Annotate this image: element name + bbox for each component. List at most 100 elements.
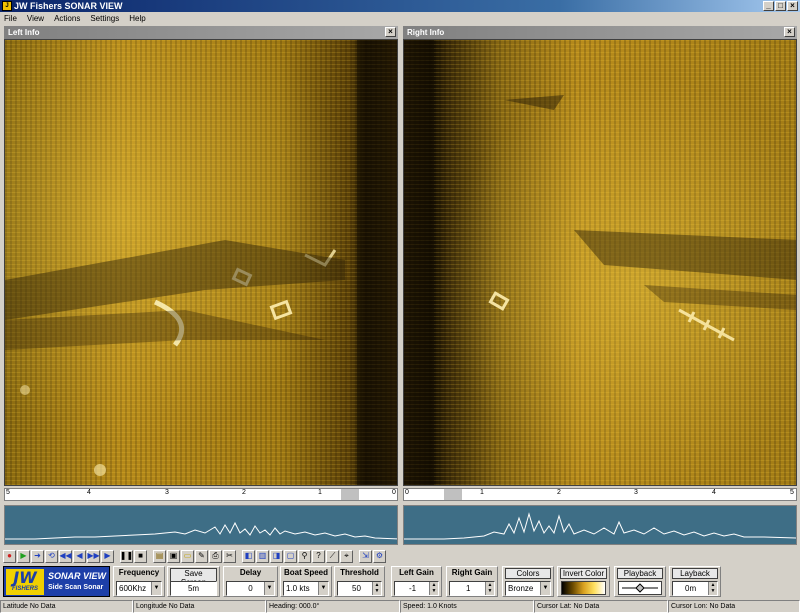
marker-icon[interactable]: ⌖ — [340, 549, 353, 563]
layback-control: Layback 0m ▲ ▼ — [669, 566, 721, 597]
delay-value: 0 — [248, 584, 253, 593]
measure-icon[interactable]: ⟋ — [326, 549, 339, 563]
play-icon[interactable]: ▶ — [17, 549, 30, 563]
maximize-button[interactable]: □ — [775, 1, 786, 11]
left-channel-icon[interactable]: ◧ — [242, 549, 255, 563]
app-icon: J — [2, 1, 12, 11]
jw-fishers-logo: JW FISHERS SONAR VIEW Side Scan Sonar — [3, 566, 110, 597]
status-cursor-lat: Cursor Lat: No Data — [534, 600, 668, 613]
ruler-tick: 4 — [712, 489, 716, 496]
ruler-tick: 0 — [392, 489, 396, 496]
menu-actions[interactable]: Actions — [54, 12, 80, 25]
playback-button[interactable]: Playback — [617, 568, 663, 579]
delay-select[interactable]: 0 ▼ — [226, 581, 275, 596]
ruler-tick: 5 — [790, 489, 794, 496]
slider-thumb-icon[interactable] — [635, 583, 645, 593]
left-gain-label: Left Gain — [399, 568, 434, 577]
open-file-icon[interactable]: ▤ — [153, 549, 166, 563]
ruler-tick: 2 — [557, 489, 561, 496]
layback-spinner[interactable]: 0m ▲ ▼ — [672, 581, 718, 596]
export-icon[interactable]: ⇲ — [359, 549, 372, 563]
pause-icon[interactable]: ❚❚ — [120, 549, 133, 563]
threshold-spinner[interactable]: 50 ▲ ▼ — [337, 581, 382, 596]
frequency-value: 600Khz — [119, 584, 147, 593]
left-gain-spinner[interactable]: -1 ▲ ▼ — [394, 581, 439, 596]
split-view-icon[interactable]: ▥ — [256, 549, 269, 563]
spinner-arrows-icon[interactable]: ▲ ▼ — [708, 582, 717, 595]
folder-icon[interactable]: ▭ — [181, 549, 194, 563]
colors-select[interactable]: Bronze ▼ — [505, 581, 551, 596]
record-icon[interactable]: ● — [3, 549, 16, 563]
status-cursor-lon: Cursor Lon: No Data — [668, 600, 800, 613]
menu-help[interactable]: Help — [129, 12, 145, 25]
ruler-tick: 1 — [480, 489, 484, 496]
threshold-value: 50 — [352, 584, 361, 593]
minimize-button[interactable]: _ — [763, 1, 774, 11]
ruler-tick: 3 — [634, 489, 638, 496]
playback-slider-track — [622, 583, 658, 593]
full-view-icon[interactable]: ▢ — [284, 549, 297, 563]
left-signal-waveform — [4, 505, 398, 545]
close-button[interactable]: × — [787, 1, 798, 11]
stop-icon[interactable]: ■ — [134, 549, 147, 563]
logo-badge-sub: FISHERS — [11, 586, 38, 592]
print-icon[interactable]: ⎙ — [209, 549, 222, 563]
chevron-down-icon[interactable]: ▼ — [318, 582, 328, 595]
settings-icon[interactable]: ⚙ — [373, 549, 386, 563]
ruler-tick: 5 — [6, 489, 10, 496]
menu-settings[interactable]: Settings — [90, 12, 119, 25]
left-pane-close-button[interactable]: × — [385, 27, 396, 37]
chevron-down-icon[interactable]: ▼ — [264, 582, 274, 595]
status-bar: Latitude No Data Longitude No Data Headi… — [0, 600, 800, 613]
spinner-arrows-icon[interactable]: ▲ ▼ — [372, 582, 381, 595]
right-pane-header: Right Info × — [403, 26, 797, 39]
title-bar: J JW Fishers SONAR VIEW _ □ × — [0, 0, 800, 12]
boat-speed-control: Boat Speed 1.0 kts ▼ — [280, 566, 332, 597]
spinner-arrows-icon[interactable]: ▲ ▼ — [485, 582, 494, 595]
right-pane-close-button[interactable]: × — [784, 27, 795, 37]
save-screen-value: 5m — [170, 581, 217, 596]
frequency-control: Frequency 600Khz ▼ — [113, 566, 165, 597]
status-longitude: Longitude No Data — [133, 600, 266, 613]
delay-label: Delay — [239, 568, 262, 577]
right-gain-value: 1 — [466, 584, 471, 593]
left-range-ruler: 5 4 3 2 1 0 — [4, 488, 398, 501]
delay-control: Delay 0 ▼ — [223, 566, 278, 597]
zoom-icon[interactable]: ⚲ — [298, 549, 311, 563]
help-cursor-icon[interactable]: ? — [312, 549, 325, 563]
right-channel-icon[interactable]: ◨ — [270, 549, 283, 563]
step-forward-icon[interactable]: ▶ — [101, 549, 114, 563]
ruler-tick: 0 — [405, 489, 409, 496]
chevron-down-icon[interactable]: ▼ — [151, 582, 161, 595]
edit-icon[interactable]: ✎ — [195, 549, 208, 563]
loop-icon[interactable]: ⟲ — [45, 549, 58, 563]
step-back-icon[interactable]: ◀ — [73, 549, 86, 563]
left-pane-title: Left Info — [8, 28, 40, 37]
right-gain-spinner[interactable]: 1 ▲ ▼ — [449, 581, 495, 596]
frequency-select[interactable]: 600Khz ▼ — [116, 581, 162, 596]
boat-speed-value: 1.0 kts — [286, 584, 310, 593]
right-sonar-view[interactable] — [403, 39, 797, 486]
cut-icon[interactable]: ✂ — [223, 549, 236, 563]
save-icon[interactable]: ▣ — [167, 549, 180, 563]
fast-forward-icon[interactable]: ▶▶ — [87, 549, 100, 563]
status-latitude: Latitude No Data — [0, 600, 133, 613]
left-gain-value: -1 — [409, 584, 417, 593]
playback-slider[interactable] — [618, 581, 662, 595]
forward-icon[interactable]: ➜ — [31, 549, 44, 563]
menu-view[interactable]: View — [27, 12, 44, 25]
left-sonar-view[interactable] — [4, 39, 398, 486]
left-pane-header: Left Info × — [4, 26, 398, 39]
boat-speed-select[interactable]: 1.0 kts ▼ — [283, 581, 329, 596]
spinner-arrows-icon[interactable]: ▲ ▼ — [429, 582, 438, 595]
rewind-icon[interactable]: ◀◀ — [59, 549, 72, 563]
color-palette-bar — [561, 581, 606, 595]
toolbar: ● ▶ ➜ ⟲ ◀◀ ◀ ▶▶ ▶ ❚❚ ■ ▤ ▣ ▭ ✎ ⎙ ✂ ◧ ▥ ◨… — [0, 548, 800, 564]
right-pane-title: Right Info — [407, 28, 445, 37]
frequency-label: Frequency — [118, 568, 160, 577]
invert-color-button[interactable]: Invert Color — [560, 568, 607, 579]
chevron-down-icon[interactable]: ▼ — [540, 582, 550, 595]
left-gain-control: Left Gain -1 ▲ ▼ — [391, 566, 442, 597]
ruler-tick: 4 — [87, 489, 91, 496]
menu-file[interactable]: File — [4, 12, 17, 25]
